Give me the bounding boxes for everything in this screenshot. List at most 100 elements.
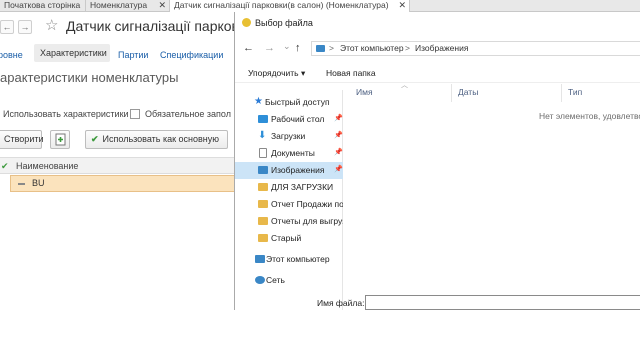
use-characteristics-label: Использовать характеристики: [3, 109, 129, 119]
forward-button[interactable]: →: [18, 20, 32, 34]
pin-icon[interactable]: 📌: [334, 111, 343, 127]
star-icon: ★: [254, 96, 263, 107]
nav-label: Загрузки: [271, 131, 306, 141]
computer-small-icon: [316, 45, 325, 52]
folder-icon: [258, 217, 268, 225]
nav-label: Старый: [271, 233, 302, 243]
tab-item-label: Датчик сигналізації парковки(в салон) (Н…: [174, 0, 389, 10]
column-divider[interactable]: [451, 84, 452, 102]
dialog-titlebar[interactable]: Выбор файла: [235, 12, 640, 34]
nav-label: Документы: [271, 148, 315, 158]
dialog-title: Выбор файла: [255, 18, 313, 28]
close-icon[interactable]: ✕: [398, 0, 406, 11]
breadcrumb-separator: >: [405, 43, 410, 53]
table-row[interactable]: BU: [10, 175, 236, 192]
organize-button[interactable]: Упорядочить ▾: [248, 68, 305, 79]
navigation-pane: ★ Быстрый доступ Рабочий стол 📌 ⬇ Загруз…: [235, 90, 343, 310]
forward-arrow-icon[interactable]: →: [264, 42, 275, 54]
documents-icon: [259, 148, 267, 158]
nav-label: Изображения: [271, 165, 325, 175]
pin-icon[interactable]: 📌: [334, 128, 343, 144]
dialog-app-icon: [242, 18, 251, 27]
nav-label: ДЛЯ ЗАГРУЗКИ: [271, 182, 334, 192]
pin-icon[interactable]: 📌: [334, 162, 343, 178]
nav-label: Рабочий стол: [271, 114, 325, 124]
breadcrumb-computer[interactable]: Этот компьютер: [340, 42, 404, 55]
tab-item[interactable]: Датчик сигналізації парковки(в салон) (Н…: [170, 0, 410, 12]
pin-icon[interactable]: 📌: [334, 145, 343, 161]
subtab-parties[interactable]: Партии: [118, 50, 148, 60]
close-icon[interactable]: ✕: [158, 0, 166, 11]
column-header-name[interactable]: Имя: [356, 87, 373, 97]
column-header-type[interactable]: Тип: [568, 87, 582, 97]
nav-pictures[interactable]: Изображения 📌: [235, 162, 343, 179]
subtab-specifications[interactable]: Спецификации: [160, 50, 223, 60]
breadcrumb-separator: >: [329, 43, 334, 53]
recent-dropdown-icon[interactable]: ⌄: [283, 41, 291, 52]
pictures-icon: [258, 166, 268, 174]
filename-input[interactable]: [365, 295, 640, 310]
tab-strip: Початкова сторінка Номенклатура ✕ Датчик…: [0, 0, 640, 12]
section-title: арактеристики номенклатуры: [0, 70, 179, 85]
use-as-main-label: Использовать как основную: [102, 134, 220, 144]
file-dialog: Выбор файла ← → ⌄ ↑ > Этот компьютер > И…: [234, 12, 640, 310]
up-arrow-icon[interactable]: ↑: [295, 42, 301, 54]
desktop-icon: [258, 115, 268, 123]
copy-plus-icon: [55, 133, 66, 146]
command-bar: Упорядочить ▾ Новая папка: [235, 62, 640, 83]
nav-desktop[interactable]: Рабочий стол 📌: [235, 111, 343, 128]
tab-nomenclature-label: Номенклатура: [90, 0, 148, 10]
folder-icon: [258, 200, 268, 208]
column-divider[interactable]: [561, 84, 562, 102]
page-title: Датчик сигналізації парковкі: [66, 18, 236, 34]
row-name: BU: [32, 178, 45, 188]
tab-nomenclature[interactable]: Номенклатура ✕: [86, 0, 170, 12]
required-label: Обязательное запол: [145, 109, 231, 119]
create-button-label: Створити: [4, 134, 44, 144]
nav-label: Отчеты для выгруз: [271, 216, 343, 226]
new-folder-button[interactable]: Новая папка: [326, 68, 376, 78]
nav-quick-access[interactable]: ★ Быстрый доступ: [235, 94, 343, 111]
nav-folder-reports-export[interactable]: Отчеты для выгруз: [235, 213, 343, 230]
nav-label: Этот компьютер: [266, 254, 330, 264]
breadcrumb-pictures[interactable]: Изображения: [415, 42, 468, 55]
nav-folder-upload[interactable]: ДЛЯ ЗАГРУЗКИ: [235, 179, 343, 196]
check-icon: ✔: [91, 134, 99, 144]
copy-button[interactable]: [50, 130, 70, 149]
back-arrow-icon[interactable]: ←: [243, 42, 254, 54]
nav-label: Быстрый доступ: [265, 97, 330, 107]
back-button[interactable]: ←: [0, 20, 14, 34]
tab-home[interactable]: Початкова сторінка: [0, 0, 86, 12]
nav-label: Отчет Продажи по: [271, 199, 343, 209]
nav-network[interactable]: Сеть: [235, 272, 343, 289]
nav-downloads[interactable]: ⬇ Загрузки 📌: [235, 128, 343, 145]
column-header-date[interactable]: Даты: [458, 87, 478, 97]
address-bar: ← → ⌄ ↑ > Этот компьютер > Изображения: [235, 38, 640, 60]
address-field[interactable]: > Этот компьютер > Изображения: [311, 41, 640, 56]
check-icon: ✔: [1, 161, 9, 171]
subtab-characteristics[interactable]: Характеристики: [34, 44, 110, 62]
item-icon: [18, 183, 25, 185]
tab-home-label: Початкова сторінка: [4, 0, 81, 10]
use-as-main-button[interactable]: ✔ Использовать как основную: [85, 130, 228, 149]
nav-folder-old[interactable]: Старый: [235, 230, 343, 247]
create-button[interactable]: Створити: [0, 130, 44, 149]
folder-icon: [258, 183, 268, 191]
nav-this-pc[interactable]: Этот компьютер: [235, 251, 343, 268]
sort-chevron-icon: ︿: [401, 82, 408, 89]
favorite-star-icon[interactable]: ☆: [45, 16, 58, 34]
subtab-main[interactable]: ровне: [0, 50, 23, 60]
nav-label: Сеть: [266, 275, 285, 285]
column-header-name[interactable]: Наименование: [16, 158, 78, 174]
computer-icon: [255, 255, 265, 263]
filename-label: Имя файла:: [317, 298, 365, 308]
empty-folder-text: Нет элементов, удовлетвор: [539, 111, 640, 121]
folder-icon: [258, 234, 268, 242]
item-form: ← → ☆ Датчик сигналізації парковкі ровне…: [0, 12, 236, 310]
grid-header: ✔ Наименование: [0, 157, 236, 174]
nav-documents[interactable]: Документы 📌: [235, 145, 343, 162]
nav-folder-sales-report[interactable]: Отчет Продажи по: [235, 196, 343, 213]
network-icon: [255, 276, 265, 284]
required-checkbox[interactable]: [130, 109, 140, 119]
download-icon: ⬇: [258, 130, 267, 141]
